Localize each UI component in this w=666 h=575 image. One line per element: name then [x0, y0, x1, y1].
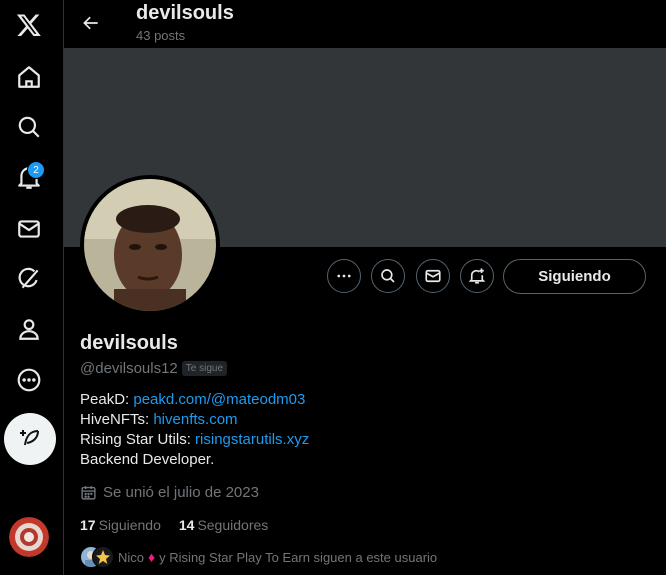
following-stat[interactable]: 17 Siguiendo: [80, 517, 161, 533]
bio-line-developer: Backend Developer.: [80, 451, 215, 468]
bio: PeakD: peakd.com/@mateodm03 HiveNFTs: hi…: [80, 390, 309, 470]
profile-header: devilsouls 43 posts: [64, 0, 666, 48]
header-post-count: 43 posts: [136, 28, 186, 43]
followed-by-row[interactable]: Nico ♦ y Rising Star Play To Earn siguen…: [80, 546, 437, 568]
profile-column: devilsouls 43 posts Siguiendo devilsouls…: [64, 0, 666, 575]
compose-post-button[interactable]: [4, 413, 56, 465]
mail-icon: [425, 269, 441, 283]
x-logo-icon[interactable]: [4, 0, 54, 50]
home-icon[interactable]: [4, 52, 54, 102]
followers-label: Seguidores: [197, 517, 269, 533]
bio-label-risingstar: Rising Star Utils:: [80, 431, 196, 448]
sidebar: 2: [0, 0, 64, 575]
follow-stats: 17 Siguiendo 14 Seguidores: [80, 517, 286, 533]
following-label: Siguiendo: [98, 517, 161, 533]
following-button[interactable]: Siguiendo: [503, 259, 646, 294]
followers-count: 14: [178, 517, 195, 533]
joined-date: Se unió el julio de 2023: [80, 484, 259, 501]
hivenfts-link[interactable]: hivenfts.com: [153, 411, 237, 428]
notifications-icon[interactable]: 2: [4, 153, 54, 203]
risingstar-link[interactable]: risingstarutils.xyz: [195, 431, 309, 448]
joined-text: Se unió el julio de 2023: [103, 484, 259, 501]
more-options-button[interactable]: [327, 259, 361, 293]
calendar-icon: [81, 486, 96, 500]
followed-by-text: y Rising Star Play To Earn siguen a este…: [159, 549, 438, 565]
notification-badge: 2: [27, 161, 45, 179]
display-name: devilsouls: [80, 332, 178, 354]
followed-by-name-1: Nico: [118, 549, 145, 565]
handle: @devilsouls12: [80, 360, 178, 377]
following-count: 17: [80, 517, 96, 533]
followers-stat[interactable]: 14 Seguidores: [179, 517, 268, 533]
account-avatar[interactable]: [9, 517, 49, 557]
header-name: devilsouls: [136, 2, 234, 24]
profile-avatar[interactable]: [80, 175, 220, 315]
bell-plus-icon: [468, 268, 486, 284]
bio-label-hivenfts: HiveNFTs:: [80, 411, 154, 428]
grok-icon[interactable]: [4, 254, 54, 304]
messages-icon[interactable]: [4, 204, 54, 254]
bio-label-peakd: PeakD:: [80, 391, 134, 408]
notify-button[interactable]: [460, 259, 494, 293]
diamond-icon: ♦: [148, 549, 156, 565]
profile-icon[interactable]: [4, 304, 54, 354]
search-profile-button[interactable]: [371, 259, 405, 293]
search-icon: [381, 269, 395, 283]
explore-icon[interactable]: [4, 102, 54, 152]
message-button[interactable]: [416, 259, 450, 293]
follows-you-badge: Te sigue: [181, 361, 228, 376]
ellipsis-icon: [337, 274, 351, 278]
followed-by-avatars: [80, 546, 114, 568]
peakd-link[interactable]: peakd.com/@mateodm03: [133, 391, 305, 408]
follower-avatar-2: [92, 546, 114, 568]
more-icon[interactable]: [4, 355, 54, 405]
feather-plus-icon: [20, 430, 39, 446]
handle-row: @devilsouls12 Te sigue: [80, 360, 228, 377]
back-arrow-icon[interactable]: [78, 10, 104, 36]
